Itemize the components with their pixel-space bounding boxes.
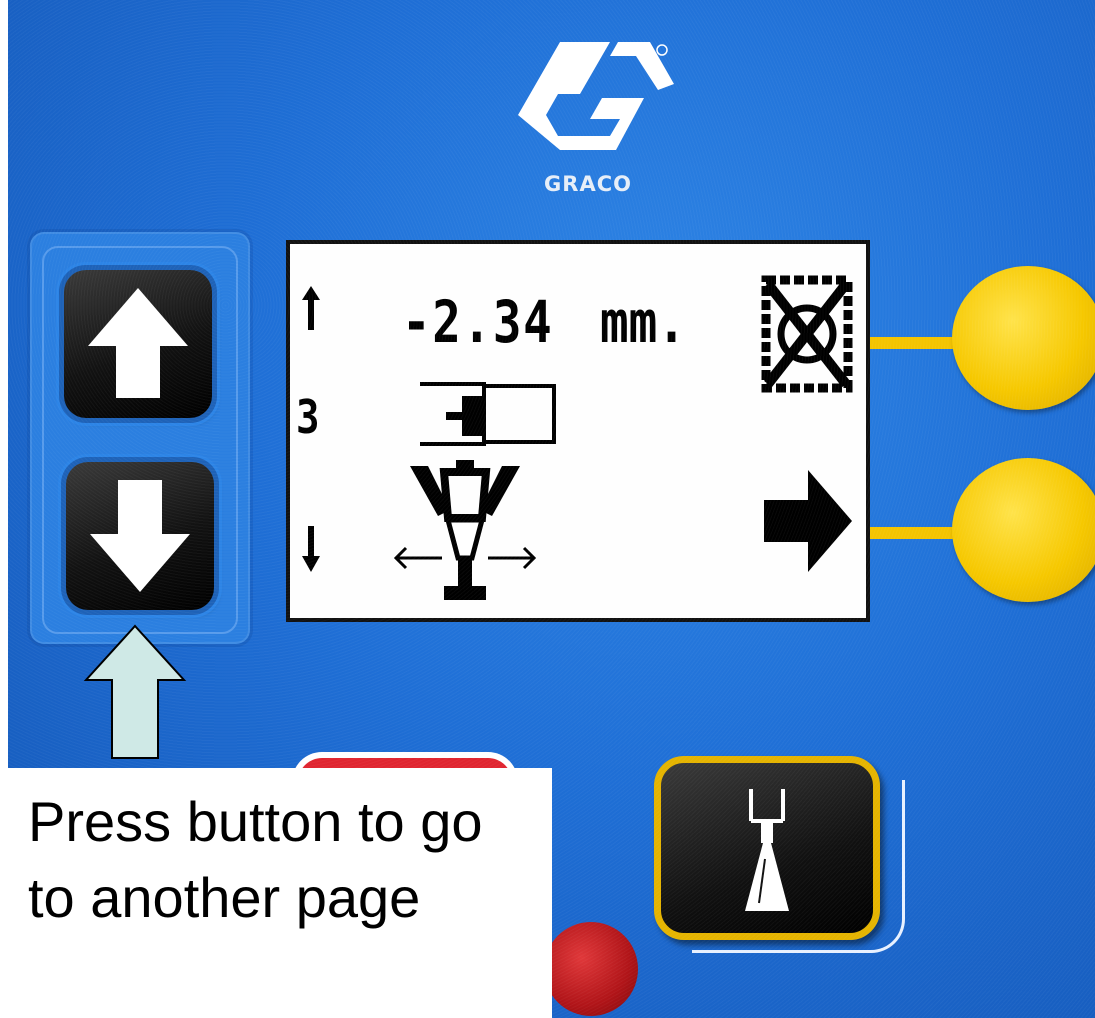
up-arrow-button[interactable] bbox=[64, 270, 212, 418]
measurement-unit: mm. bbox=[600, 288, 686, 356]
soft-key-lead-1 bbox=[870, 337, 960, 349]
callout-text: Press button to go to another page bbox=[28, 790, 483, 929]
cylinder-position-icon bbox=[420, 382, 556, 446]
red-indicator-button[interactable] bbox=[544, 922, 638, 1016]
row-number: 3 bbox=[296, 390, 320, 444]
lcd-display: -2.34 mm. 3 bbox=[286, 240, 870, 622]
scroll-up-arrow-icon bbox=[302, 286, 320, 330]
up-arrow-icon bbox=[88, 288, 188, 398]
spray-gun-pattern-icon bbox=[393, 460, 537, 600]
down-arrow-icon bbox=[90, 480, 190, 592]
callout-pointer-icon bbox=[83, 624, 187, 759]
measurement-value: -2.34 bbox=[402, 288, 554, 356]
brand-name: GRACO bbox=[544, 172, 632, 196]
soft-key-lead-2 bbox=[870, 527, 960, 539]
soft-key-2[interactable] bbox=[952, 458, 1095, 602]
soft-key-1[interactable] bbox=[952, 266, 1095, 410]
down-arrow-button[interactable] bbox=[66, 462, 214, 610]
next-page-arrow-icon bbox=[764, 470, 852, 572]
spray-gun-icon bbox=[745, 789, 789, 911]
scroll-down-arrow-icon bbox=[302, 526, 320, 572]
no-spray-icon bbox=[761, 275, 853, 393]
spray-button[interactable] bbox=[654, 756, 880, 940]
